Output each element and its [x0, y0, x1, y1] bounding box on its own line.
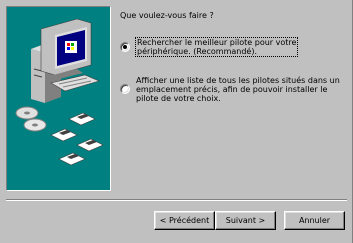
back-button[interactable]: < Précédent: [154, 211, 215, 230]
button-separator: [6, 199, 347, 201]
wizard-dialog: Que voulez-vous faire ? Rechercher le me…: [0, 0, 353, 243]
option-search-best-driver[interactable]: Rechercher le meilleur pilote pour votre…: [120, 37, 299, 57]
radio-search-best-driver[interactable]: [120, 42, 130, 52]
radio-list-drivers[interactable]: [120, 84, 130, 94]
next-button[interactable]: Suivant >: [215, 211, 276, 230]
computer-with-cds-and-floppies-icon: [15, 18, 104, 166]
option-list-drivers[interactable]: Afficher une liste de tous les pilotes s…: [120, 76, 340, 103]
cancel-button[interactable]: Annuler: [284, 211, 345, 230]
illustration-panel: [6, 6, 111, 191]
monitor-icon: [40, 18, 92, 79]
option-search-best-driver-label: Rechercher le meilleur pilote pour votre…: [134, 37, 299, 57]
cd-icons: [15, 106, 47, 132]
floppy-disk-icons: [50, 112, 104, 166]
option-list-drivers-label: Afficher une liste de tous les pilotes s…: [136, 76, 340, 103]
wizard-question: Que voulez-vous faire ?: [120, 11, 214, 20]
